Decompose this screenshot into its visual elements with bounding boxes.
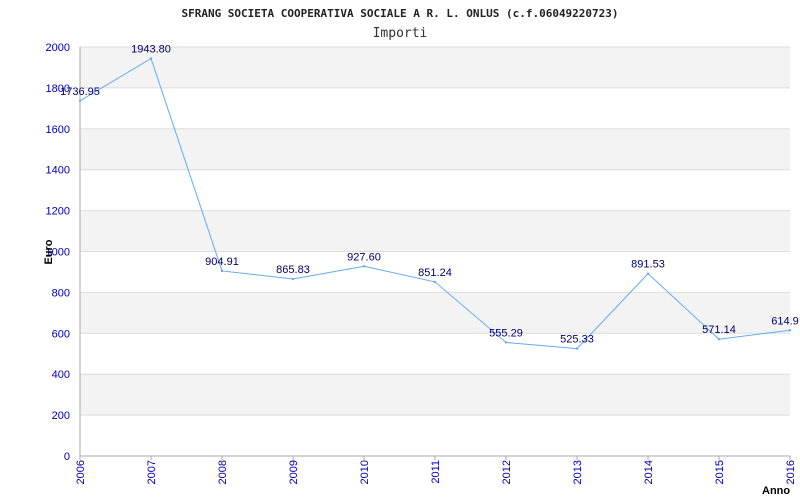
data-label: 891.53: [631, 259, 665, 271]
y-tick-label: 1200: [46, 206, 70, 218]
data-point: [220, 269, 224, 273]
data-point: [291, 277, 295, 281]
data-label: 865.83: [276, 264, 310, 276]
grid-band: [80, 292, 790, 334]
x-tick-label: 2013: [572, 460, 584, 484]
data-label: 927.60: [347, 251, 381, 263]
data-label: 1736.95: [60, 86, 100, 98]
x-tick-label: 2015: [714, 460, 726, 484]
grid-band: [80, 374, 790, 416]
data-point: [575, 347, 579, 350]
y-tick-label: 400: [52, 369, 70, 381]
data-label: 904.91: [205, 256, 239, 268]
data-label: 851.24: [418, 267, 452, 279]
y-tick-label: 0: [64, 451, 70, 463]
grid-bands: [80, 47, 790, 416]
x-tick-label: 2008: [217, 460, 229, 484]
y-axis-label: Euro: [43, 239, 55, 264]
x-tick-label: 2016: [785, 460, 797, 484]
x-tick-label: 2014: [643, 460, 655, 484]
data-label: 614.9: [771, 315, 799, 327]
data-point: [717, 338, 721, 341]
data-point: [788, 329, 792, 332]
data-point: [78, 99, 82, 102]
x-tick-label: 2011: [430, 460, 442, 484]
grid-band: [80, 210, 790, 252]
y-tick-label: 1600: [46, 124, 70, 136]
data-point: [504, 341, 508, 344]
x-tick-labels: 2006 2007 2008 2009 2010 2011 2012 2013 2014 2015…: [75, 460, 797, 484]
line-chart: 0200400600800100012001400160018002000 20…: [43, 7, 799, 497]
y-tick-label: 1400: [46, 165, 70, 177]
x-tick-label: 2007: [146, 460, 158, 484]
y-tick-label: 200: [52, 410, 70, 422]
data-point: [362, 265, 366, 268]
data-label: 525.33: [560, 334, 594, 346]
data-point: [433, 280, 437, 284]
data-point: [149, 57, 153, 60]
x-axis-label: Anno: [762, 485, 790, 497]
data-label: 571.14: [702, 324, 736, 336]
data-point: [646, 272, 650, 275]
x-tick-label: 2012: [501, 460, 513, 484]
data-label: 555.29: [489, 327, 523, 339]
x-tick-label: 2006: [75, 460, 87, 484]
y-tick-label: 800: [52, 287, 70, 299]
y-tick-label: 2000: [46, 42, 70, 54]
x-tick-label: 2010: [359, 460, 371, 484]
chart-title: SFRANG SOCIETA COOPERATIVA SOCIALE A R. …: [181, 7, 618, 20]
data-label: 1943.80: [131, 43, 171, 55]
x-tick-label: 2009: [288, 460, 300, 484]
grid-band: [80, 47, 790, 88]
y-tick-label: 600: [52, 328, 70, 340]
chart-subtitle: Importi: [373, 26, 428, 41]
